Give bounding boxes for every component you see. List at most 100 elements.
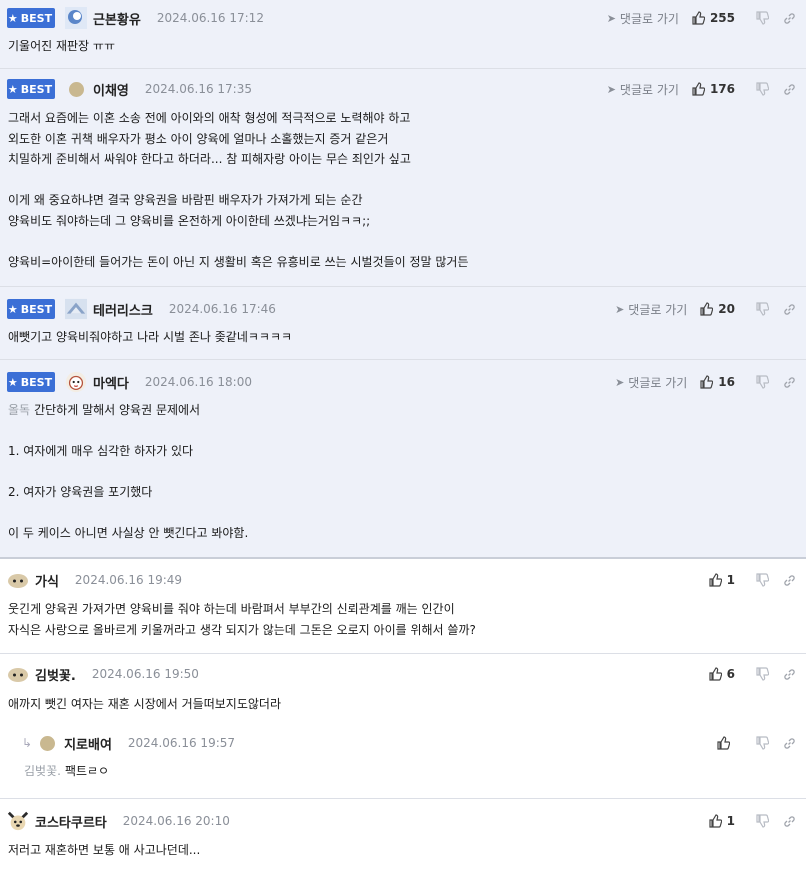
- like-button[interactable]: 176: [691, 82, 735, 96]
- comment-item: 가식 2024.06.16 19:49 1 웃긴게 양육권 가져가면 양육비를 …: [0, 559, 806, 654]
- star-icon: ★: [7, 11, 18, 25]
- send-arrow-icon: ➤: [606, 11, 616, 25]
- link-icon[interactable]: [783, 303, 796, 316]
- link-icon[interactable]: [783, 815, 796, 828]
- thumbs-down-icon[interactable]: [755, 375, 769, 389]
- thumbs-up-icon: [709, 667, 722, 681]
- thumbs-up-icon: [700, 375, 714, 389]
- comment-item: ★ BEST 테러리스크 2024.06.16 17:46 ➤ 댓글로 가기 20 …: [0, 287, 806, 360]
- comment-author[interactable]: 마엑다: [93, 373, 129, 392]
- goto-comment-link[interactable]: ➤ 댓글로 가기: [607, 81, 679, 98]
- thumbs-down-icon[interactable]: [755, 667, 769, 681]
- comment-date: 2024.06.16 17:46: [168, 302, 276, 316]
- comment-text-container: 김벚꽃. 팩트ㄹㅇ: [24, 761, 796, 782]
- thumbs-up-icon: [709, 814, 722, 828]
- like-count: 176: [709, 82, 735, 96]
- avatar[interactable]: [7, 569, 29, 591]
- thumbs-down-icon[interactable]: [755, 82, 769, 96]
- comment-text-container: 올독 간단하게 말해서 양육권 문제에서 1. 여자에게 매우 심각한 하자가 있…: [8, 400, 796, 544]
- thumbs-up-icon: [717, 736, 730, 750]
- comment-author[interactable]: 이채영: [93, 80, 129, 99]
- goto-comment-link[interactable]: ➤ 댓글로 가기: [607, 10, 679, 27]
- avatar[interactable]: [36, 732, 58, 754]
- like-count: 6: [726, 667, 735, 681]
- avatar[interactable]: [65, 298, 87, 320]
- comment-author[interactable]: 지로배여: [64, 734, 112, 753]
- link-icon[interactable]: [783, 737, 796, 750]
- goto-comment-link[interactable]: ➤ 댓글로 가기: [615, 301, 687, 318]
- comment-date: 2024.06.16 19:50: [91, 667, 199, 681]
- like-button[interactable]: 16: [699, 375, 735, 389]
- like-button[interactable]: [716, 736, 735, 750]
- mention-tag[interactable]: 올독: [8, 403, 30, 417]
- mention-tag[interactable]: 김벚꽃.: [24, 764, 61, 778]
- comment-item: ★ BEST 마엑다 2024.06.16 18:00 ➤ 댓글로 가기 16 올독…: [0, 360, 806, 559]
- comment-text: 그래서 요즘에는 이혼 소송 전에 아이와의 애착 형성에 적극적으로 노력해야…: [8, 111, 469, 269]
- like-count: 255: [709, 11, 735, 25]
- thumbs-down-icon[interactable]: [755, 814, 769, 828]
- comment-text: 애까지 뺏긴 여자는 재혼 시장에서 거들떠보지도않더라: [8, 697, 281, 711]
- comment-author[interactable]: 코스타쿠르타: [35, 812, 107, 831]
- like-count: 20: [718, 302, 735, 316]
- send-arrow-icon: ➤: [606, 82, 616, 96]
- thumbs-up-icon: [700, 302, 714, 316]
- comment-date: 2024.06.16 18:00: [144, 375, 252, 389]
- star-icon: ★: [7, 82, 18, 96]
- comment-author[interactable]: 근본황유: [93, 9, 141, 28]
- star-icon: ★: [7, 375, 18, 389]
- like-button[interactable]: 1: [708, 814, 735, 828]
- comment-item: ★ BEST 근본황유 2024.06.16 17:12 ➤ 댓글로 가기 255 …: [0, 0, 806, 69]
- thumbs-down-icon[interactable]: [755, 11, 769, 25]
- link-icon[interactable]: [783, 668, 796, 681]
- like-button[interactable]: 6: [708, 667, 735, 681]
- avatar[interactable]: [65, 78, 87, 100]
- avatar[interactable]: [65, 371, 87, 393]
- like-count: 1: [726, 814, 735, 828]
- star-icon: ★: [7, 302, 18, 316]
- comment-text: 웃긴게 양육권 가져가면 양육비를 줘야 하는데 바람펴서 부부간의 신뢰관계를…: [8, 602, 476, 637]
- thumbs-down-icon[interactable]: [755, 736, 769, 750]
- avatar[interactable]: [65, 7, 87, 29]
- comment-author[interactable]: 테러리스크: [93, 300, 153, 319]
- best-badge: ★ BEST: [7, 299, 55, 319]
- comment-text: 팩트ㄹㅇ: [64, 764, 110, 778]
- comment-date: 2024.06.16 20:10: [122, 814, 230, 828]
- comment-text: 저러고 재혼하면 보통 애 사고나던데...: [8, 843, 201, 857]
- best-badge: ★ BEST: [7, 8, 55, 28]
- comment-item: 김벚꽃. 2024.06.16 19:50 6 애까지 뺏긴 여자는 재혼 시장…: [0, 654, 806, 727]
- like-count: 16: [718, 375, 735, 389]
- thumbs-up-icon: [692, 82, 705, 96]
- goto-comment-link[interactable]: ➤ 댓글로 가기: [615, 374, 687, 391]
- link-icon[interactable]: [783, 376, 796, 389]
- comment-date: 2024.06.16 19:49: [74, 573, 183, 587]
- like-button[interactable]: 255: [691, 11, 735, 25]
- comment-item: 코스타쿠르타 2024.06.16 20:10 1 저러고 재혼하면 보통 애 …: [0, 799, 806, 872]
- reply-arrow-icon: ↳: [22, 736, 33, 750]
- reply-item: ↳ 지로배여 2024.06.16 19:57 김벚꽃. 팩트ㄹㅇ: [0, 727, 806, 799]
- comment-author[interactable]: 김벚꽃.: [35, 665, 76, 684]
- thumbs-down-icon[interactable]: [755, 302, 769, 316]
- comment-item: ★ BEST 이채영 2024.06.16 17:35 ➤ 댓글로 가기 176 그…: [0, 69, 806, 287]
- link-icon[interactable]: [783, 83, 796, 96]
- best-badge: ★ BEST: [7, 79, 55, 99]
- link-icon[interactable]: [783, 12, 796, 25]
- best-badge: ★ BEST: [7, 372, 55, 392]
- comment-date: 2024.06.16 17:35: [144, 82, 252, 96]
- avatar[interactable]: [7, 810, 29, 832]
- comment-date: 2024.06.16 17:12: [156, 11, 264, 25]
- like-count: 1: [726, 573, 735, 587]
- send-arrow-icon: ➤: [615, 375, 625, 389]
- comment-author[interactable]: 가식: [35, 571, 59, 590]
- like-button[interactable]: 20: [699, 302, 735, 316]
- like-button[interactable]: 1: [708, 573, 735, 587]
- send-arrow-icon: ➤: [615, 302, 625, 316]
- thumbs-up-icon: [692, 11, 705, 25]
- comment-text: 애뺏기고 양육비줘야하고 나라 시벌 존나 좆같네ㅋㅋㅋㅋ: [8, 330, 293, 344]
- comment-date: 2024.06.16 19:57: [127, 736, 236, 750]
- thumbs-up-icon: [709, 573, 722, 587]
- avatar[interactable]: [7, 663, 29, 685]
- comment-text: 간단하게 말해서 양육권 문제에서 1. 여자에게 매우 심각한 하자가 있다 …: [8, 403, 249, 540]
- comment-text: 기울어진 재판장 ㅠㅠ: [8, 39, 115, 53]
- thumbs-down-icon[interactable]: [755, 573, 769, 587]
- link-icon[interactable]: [783, 574, 796, 587]
